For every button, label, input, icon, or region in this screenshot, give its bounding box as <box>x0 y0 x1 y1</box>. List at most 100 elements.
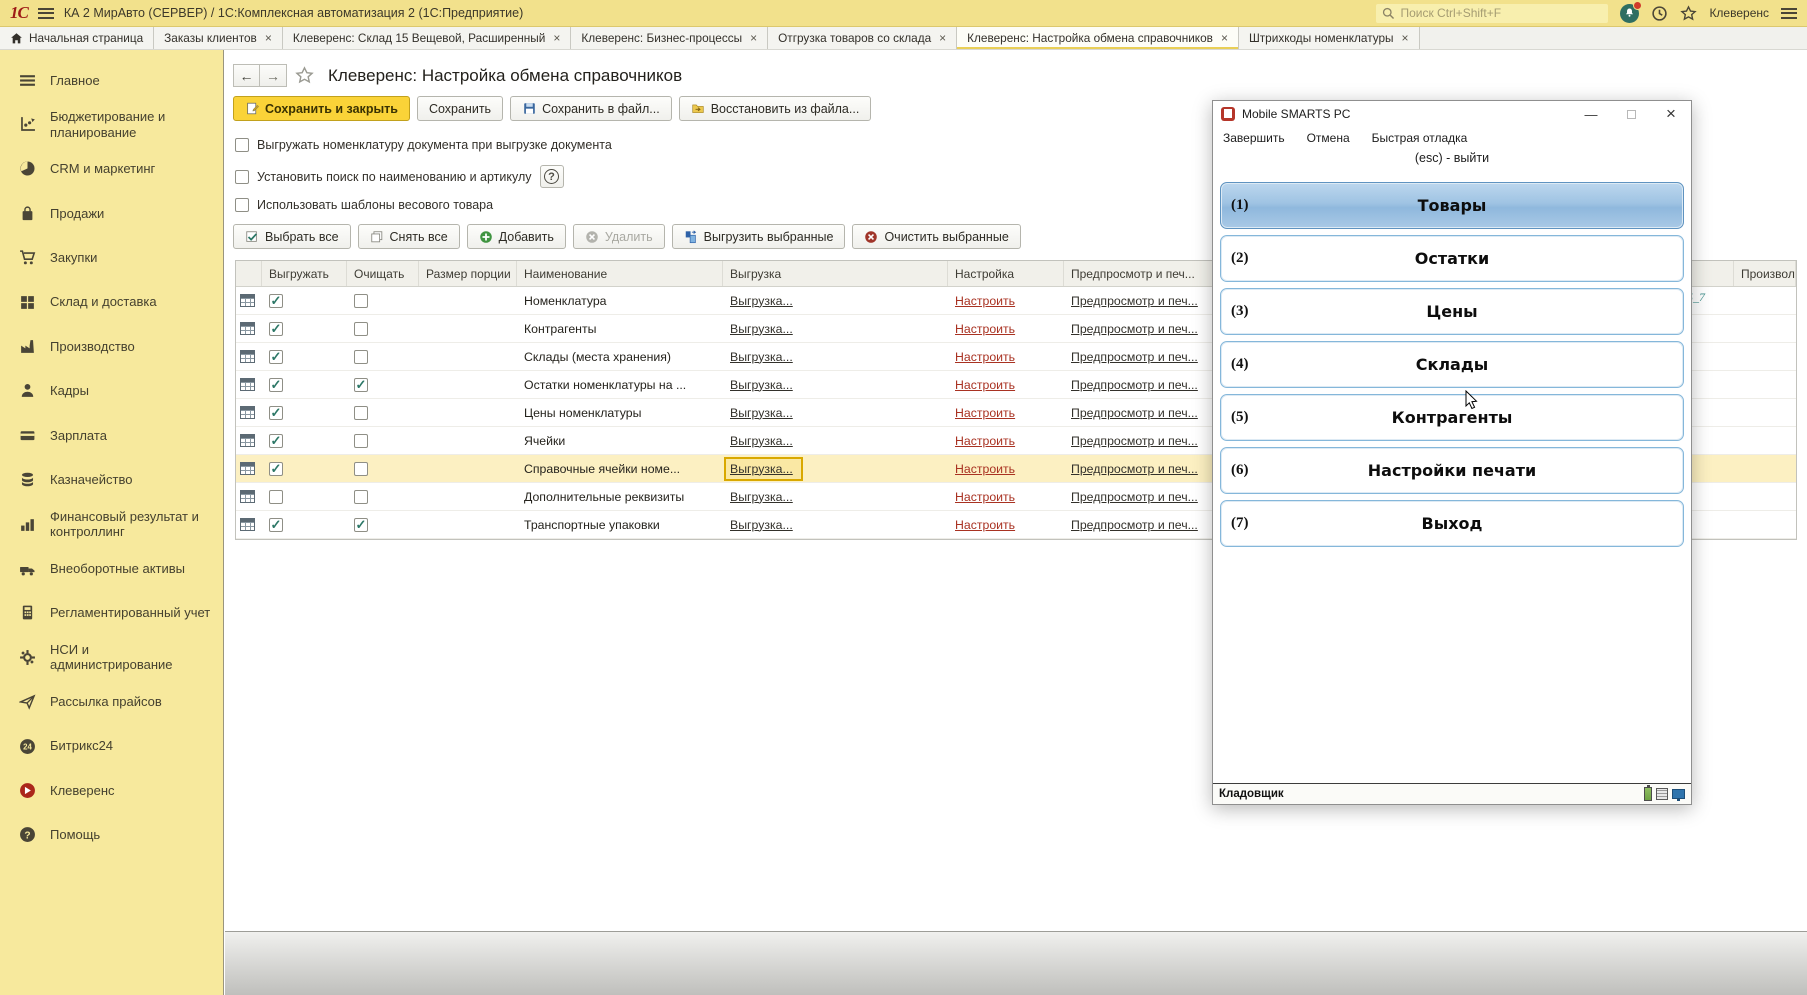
upload-link[interactable]: Выгрузка... <box>730 518 793 532</box>
close-button[interactable]: × <box>1651 101 1691 127</box>
history-icon[interactable] <box>1651 5 1668 22</box>
close-icon[interactable]: × <box>1219 31 1228 45</box>
configure-link[interactable]: Настроить <box>955 350 1015 364</box>
settings-menu-icon[interactable] <box>1781 8 1797 19</box>
main-menu-icon[interactable] <box>38 8 54 19</box>
clear-checkbox[interactable] <box>354 490 368 504</box>
restore-from-file-button[interactable]: Восстановить из файла... <box>679 96 872 121</box>
save-close-button[interactable]: Сохранить и закрыть <box>233 96 410 121</box>
upload-checkbox[interactable]: ✓ <box>269 434 283 448</box>
export-selected-button[interactable]: Выгрузить выбранные <box>672 224 846 249</box>
configure-link[interactable]: Настроить <box>955 406 1015 420</box>
forward-button[interactable]: → <box>260 64 287 87</box>
clear-checkbox[interactable] <box>354 434 368 448</box>
col-vygruzhat[interactable]: Выгружать <box>262 261 347 286</box>
sidebar-item-kleverens[interactable]: Клеверенс <box>0 768 223 812</box>
tab-biznes-processy[interactable]: Клеверенс: Бизнес-процессы× <box>571 27 768 49</box>
option-checkbox-search-by-name[interactable] <box>235 170 249 184</box>
sidebar-item-nsi-administrirovanie[interactable]: НСИ и администрирование <box>0 635 223 679</box>
tab-otgruzka[interactable]: Отгрузка товаров со склада× <box>768 27 957 49</box>
preview-link[interactable]: Предпросмотр и печ... <box>1071 462 1198 476</box>
preview-link[interactable]: Предпросмотр и печ... <box>1071 490 1198 504</box>
upload-checkbox[interactable]: ✓ <box>269 462 283 476</box>
tab-sklad-15[interactable]: Клеверенс: Склад 15 Вещевой, Расширенный… <box>283 27 572 49</box>
upload-checkbox[interactable]: ✓ <box>269 406 283 420</box>
help-button[interactable]: ? <box>540 165 564 188</box>
upload-link[interactable]: Выгрузка... <box>730 462 793 476</box>
clear-checkbox[interactable] <box>354 350 368 364</box>
clear-checkbox[interactable] <box>354 462 368 476</box>
configure-link[interactable]: Настроить <box>955 462 1015 476</box>
tab-shtrihkody[interactable]: Штрихкоды номенклатуры× <box>1239 27 1420 49</box>
tab-zakazy-klientov[interactable]: Заказы клиентов× <box>154 27 283 49</box>
menu-bystraya-otladka[interactable]: Быстрая отладка <box>1372 131 1468 145</box>
upload-checkbox[interactable]: ✓ <box>269 518 283 532</box>
menu-zavershit[interactable]: Завершить <box>1223 131 1285 145</box>
upload-checkbox[interactable]: ✓ <box>269 294 283 308</box>
col-vygruzka[interactable]: Выгрузка <box>723 261 948 286</box>
search-input[interactable] <box>1400 6 1602 20</box>
close-icon[interactable]: × <box>748 31 757 45</box>
sidebar-item-vneoborotnye-aktivy[interactable]: Внеоборотные активы <box>0 546 223 590</box>
favorite-star-icon[interactable] <box>295 66 314 85</box>
save-button[interactable]: Сохранить <box>417 96 503 121</box>
sidebar-item-zarplata[interactable]: Зарплата <box>0 413 223 457</box>
sidebar-item-finansovyy-rezultat[interactable]: Финансовый результат и контроллинг <box>0 502 223 546</box>
configure-link[interactable]: Настроить <box>955 490 1015 504</box>
close-icon[interactable]: × <box>551 31 560 45</box>
menu-otmena[interactable]: Отмена <box>1307 131 1350 145</box>
upload-link[interactable]: Выгрузка... <box>730 378 793 392</box>
menu-item-sklady[interactable]: (4)Склады <box>1220 341 1684 388</box>
minimize-button[interactable]: — <box>1571 101 1611 127</box>
preview-link[interactable]: Предпросмотр и печ... <box>1071 378 1198 392</box>
col-nastroyka[interactable]: Настройка <box>948 261 1064 286</box>
sidebar-item-sklad[interactable]: Склад и доставка <box>0 280 223 324</box>
sidebar-item-zakupki[interactable]: Закупки <box>0 236 223 280</box>
close-icon[interactable]: × <box>937 31 946 45</box>
upload-checkbox[interactable]: ✓ <box>269 350 283 364</box>
clear-checkbox[interactable]: ✓ <box>354 378 368 392</box>
menu-item-ceny[interactable]: (3)Цены <box>1220 288 1684 335</box>
sidebar-item-proizvodstvo[interactable]: Производство <box>0 324 223 368</box>
favorites-icon[interactable] <box>1680 5 1697 22</box>
menu-item-ostatki[interactable]: (2)Остатки <box>1220 235 1684 282</box>
select-all-button[interactable]: Выбрать все <box>233 224 351 249</box>
upload-link[interactable]: Выгрузка... <box>730 350 793 364</box>
global-search[interactable] <box>1376 4 1608 23</box>
sidebar-item-rassylka-praysov[interactable]: Рассылка прайсов <box>0 679 223 723</box>
clear-checkbox[interactable] <box>354 406 368 420</box>
notifications-button[interactable] <box>1620 4 1639 23</box>
configure-link[interactable]: Настроить <box>955 378 1015 392</box>
menu-item-vyhod[interactable]: (7)Выход <box>1220 500 1684 547</box>
option-checkbox-weight-templates[interactable] <box>235 198 249 212</box>
upload-checkbox[interactable]: ✓ <box>269 378 283 392</box>
preview-link[interactable]: Предпросмотр и печ... <box>1071 294 1198 308</box>
deselect-all-button[interactable]: Снять все <box>358 224 460 249</box>
menu-item-kontragenty[interactable]: (5)Контрагенты <box>1220 394 1684 441</box>
clear-checkbox[interactable] <box>354 294 368 308</box>
upload-link[interactable]: Выгрузка... <box>730 406 793 420</box>
upload-link[interactable]: Выгрузка... <box>730 294 793 308</box>
preview-link[interactable]: Предпросмотр и печ... <box>1071 322 1198 336</box>
clear-checkbox[interactable]: ✓ <box>354 518 368 532</box>
configure-link[interactable]: Настроить <box>955 294 1015 308</box>
col-ochishchat[interactable]: Очищать <box>347 261 419 286</box>
upload-link[interactable]: Выгрузка... <box>730 434 793 448</box>
col-razmer-porcii[interactable]: Размер порции <box>419 261 517 286</box>
sidebar-item-crm[interactable]: CRM и маркетинг <box>0 147 223 191</box>
sidebar-item-glavnoe[interactable]: Главное <box>0 58 223 102</box>
option-checkbox-unload-nomenclature[interactable] <box>235 138 249 152</box>
delete-button[interactable]: Удалить <box>573 224 665 249</box>
upload-checkbox[interactable]: ✓ <box>269 322 283 336</box>
upload-link[interactable]: Выгрузка... <box>730 322 793 336</box>
sidebar-item-reglamentirovannyy-uchet[interactable]: Регламентированный учет <box>0 591 223 635</box>
sidebar-item-kaznacheystvo[interactable]: Казначейство <box>0 458 223 502</box>
window-titlebar[interactable]: Mobile SMARTS PC — × <box>1213 101 1691 127</box>
sidebar-item-kadry[interactable]: Кадры <box>0 369 223 413</box>
clear-checkbox[interactable] <box>354 322 368 336</box>
preview-link[interactable]: Предпросмотр и печ... <box>1071 350 1198 364</box>
preview-link[interactable]: Предпросмотр и печ... <box>1071 406 1198 420</box>
menu-item-tovary[interactable]: (1)Товары <box>1220 182 1684 229</box>
clear-selected-button[interactable]: Очистить выбранные <box>852 224 1020 249</box>
col-naimenovanie[interactable]: Наименование <box>517 261 723 286</box>
